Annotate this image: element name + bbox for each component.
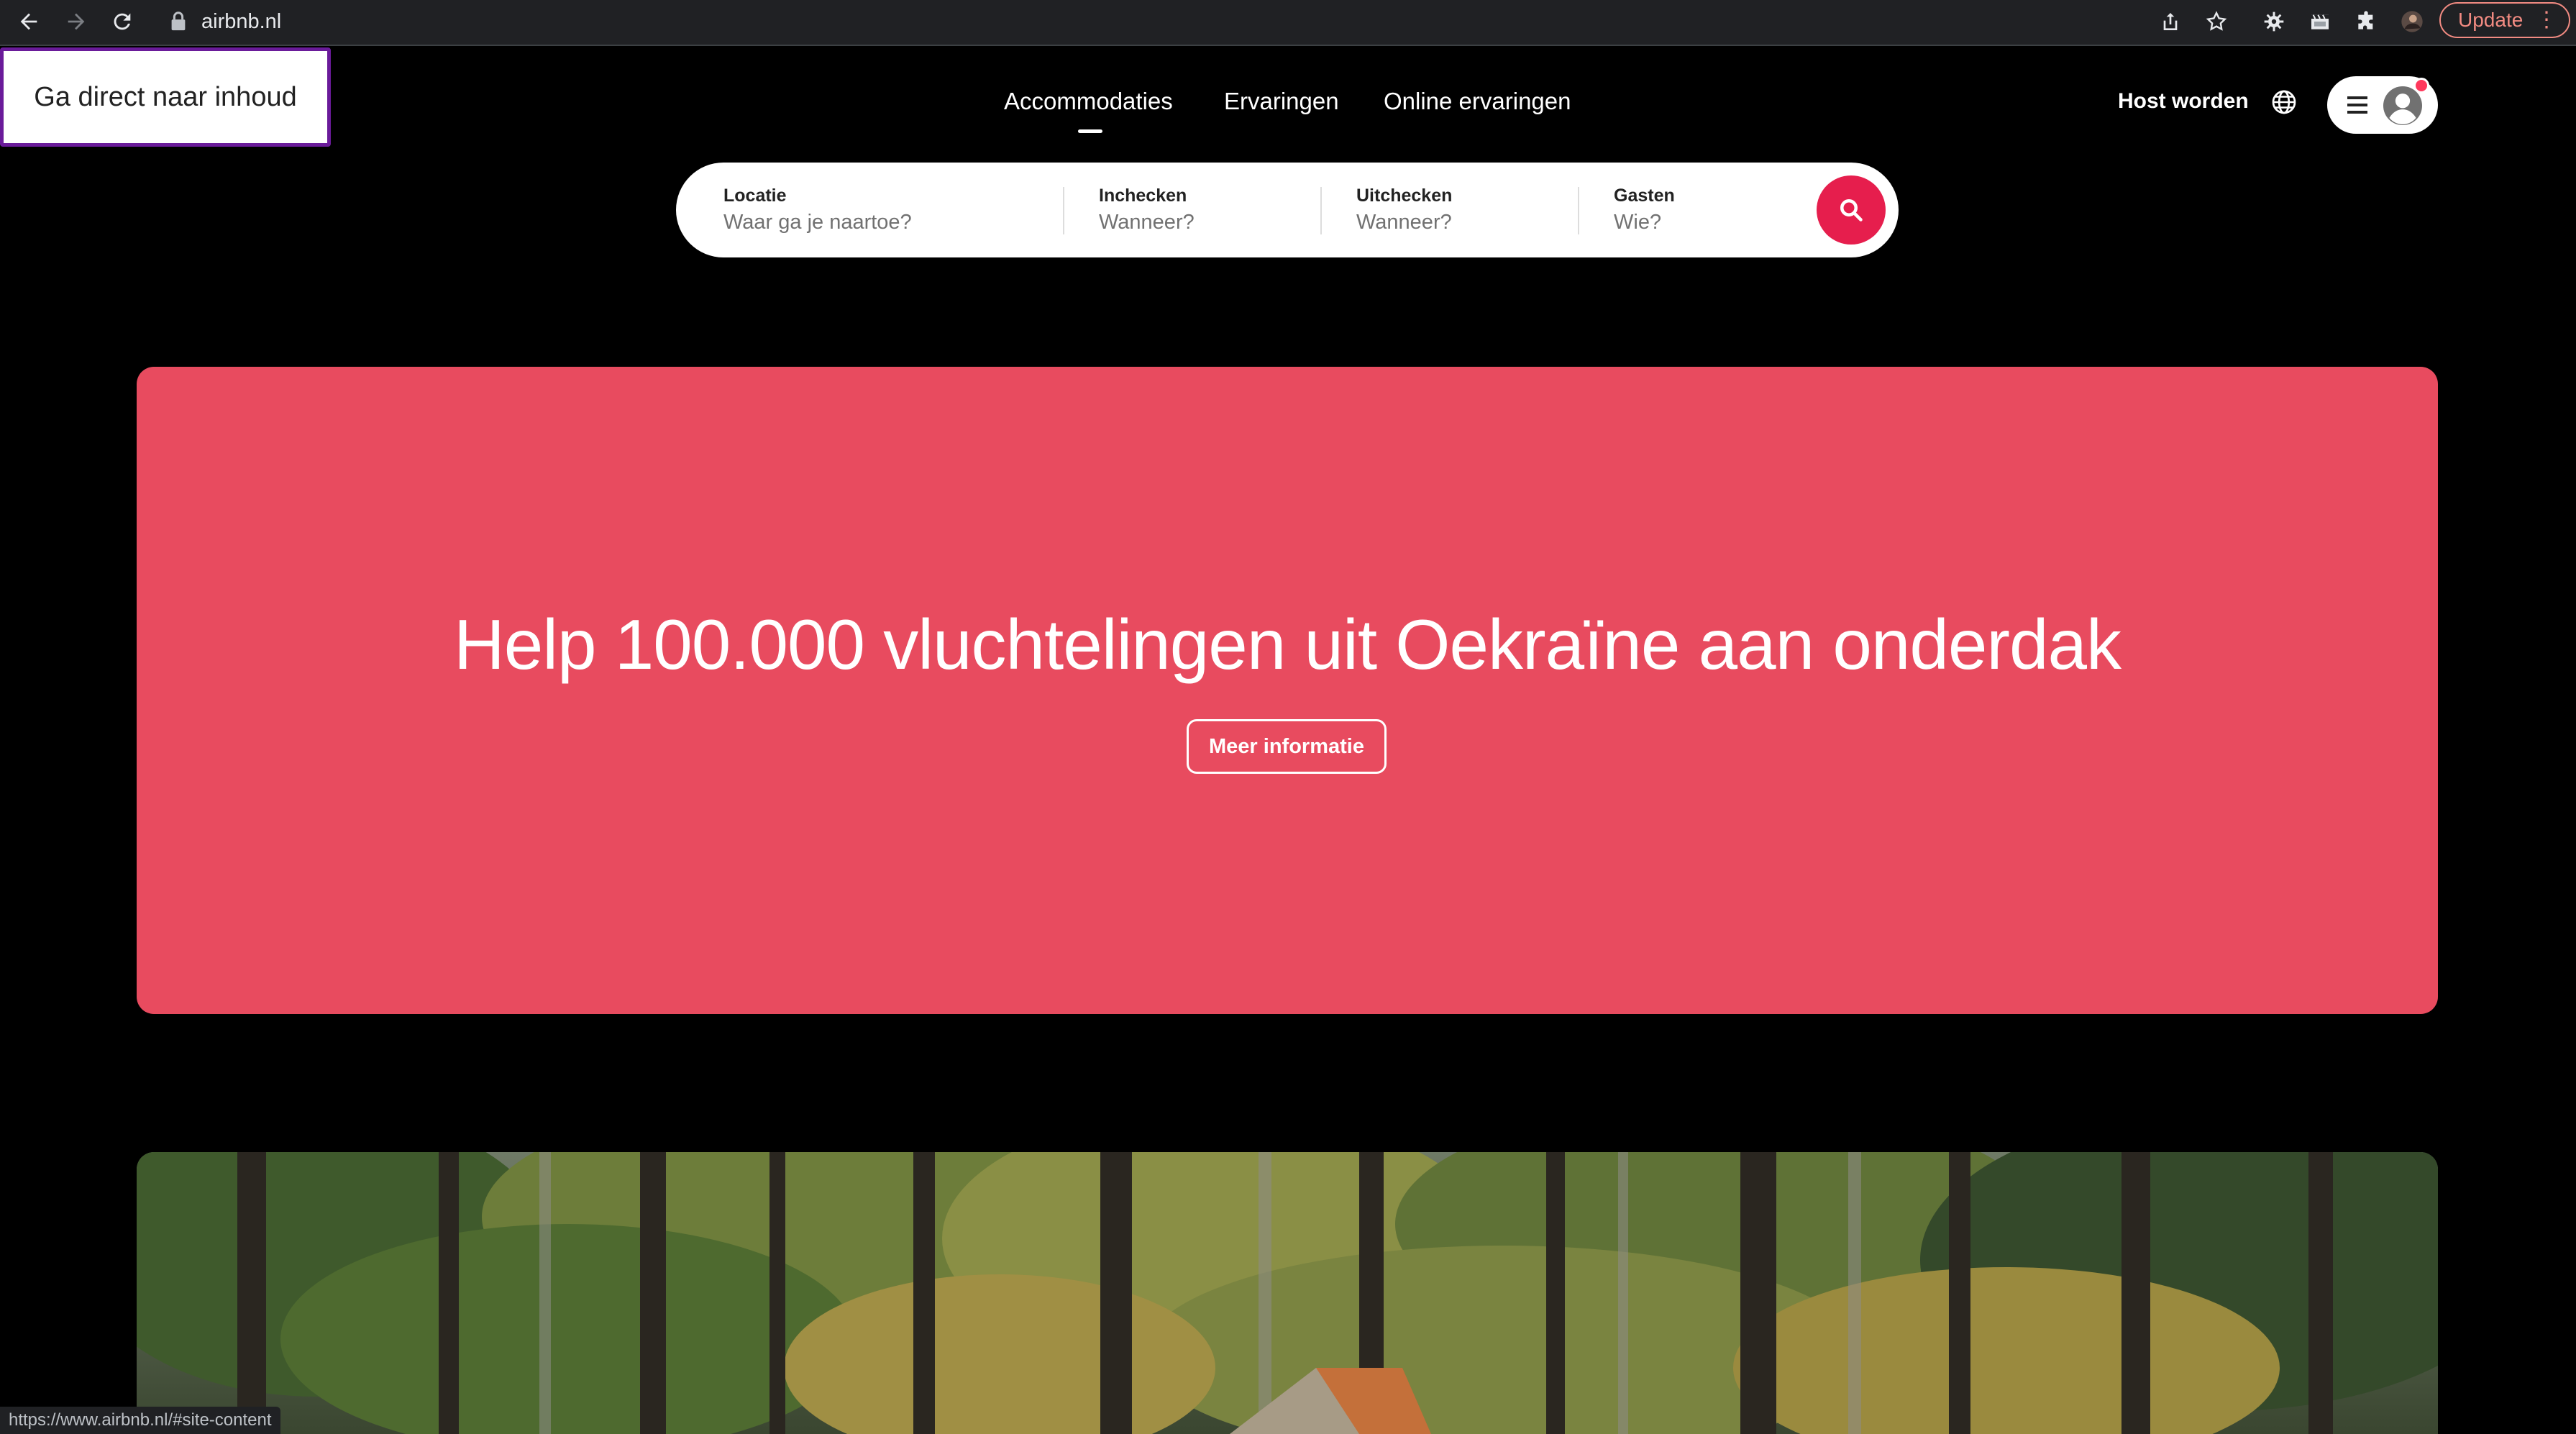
notification-dot xyxy=(2413,78,2429,93)
search-divider xyxy=(1578,187,1579,234)
profile-avatar-icon[interactable] xyxy=(2398,7,2426,36)
extension-clapper-icon[interactable] xyxy=(2306,7,2334,36)
reload-icon[interactable] xyxy=(104,3,141,40)
browser-toolbar: airbnb.nl Update ⋮ xyxy=(0,0,2576,46)
guests-label: Gasten xyxy=(1614,186,1675,206)
url-text[interactable]: airbnb.nl xyxy=(201,7,281,36)
more-info-button[interactable]: Meer informatie xyxy=(1187,719,1387,774)
globe-icon[interactable] xyxy=(2271,89,2297,115)
tab-accommodaties[interactable]: Accommodaties xyxy=(1004,88,1173,115)
checkout-field[interactable]: Uitchecken Wanneer? xyxy=(1356,186,1452,234)
back-arrow-icon[interactable] xyxy=(10,3,47,40)
guests-field[interactable]: Gasten Wie? xyxy=(1614,186,1675,234)
active-tab-indicator xyxy=(1078,129,1102,133)
tab-ervaringen[interactable]: Ervaringen xyxy=(1224,88,1339,115)
search-icon xyxy=(1840,199,1863,222)
hamburger-menu-icon xyxy=(2347,96,2367,114)
location-placeholder: Waar ga je naartoe? xyxy=(723,211,912,234)
search-divider xyxy=(1063,187,1064,234)
update-label: Update xyxy=(2458,9,2524,31)
bookmark-star-icon[interactable] xyxy=(2202,7,2231,36)
location-field[interactable]: Locatie Waar ga je naartoe? xyxy=(723,186,912,234)
ukraine-refugee-banner: Help 100.000 vluchtelingen uit Oekraïne … xyxy=(137,367,2438,1014)
checkout-label: Uitchecken xyxy=(1356,186,1453,206)
update-button[interactable]: Update ⋮ xyxy=(2439,2,2570,38)
extensions-puzzle-icon[interactable] xyxy=(2352,7,2380,36)
extension-gear-icon[interactable] xyxy=(2260,7,2288,36)
user-menu-button[interactable] xyxy=(2327,76,2438,134)
checkin-label: Inchecken xyxy=(1099,186,1187,206)
search-button[interactable] xyxy=(1817,175,1886,245)
location-label: Locatie xyxy=(723,186,787,206)
checkin-placeholder: Wanneer? xyxy=(1099,211,1195,234)
share-icon[interactable] xyxy=(2156,7,2185,36)
browser-menu-icon[interactable]: ⋮ xyxy=(2536,4,2557,37)
skip-to-content-link[interactable]: Ga direct naar inhoud xyxy=(0,47,331,147)
search-divider xyxy=(1320,187,1322,234)
guests-placeholder: Wie? xyxy=(1614,211,1662,234)
hero-image-forest-cabin xyxy=(137,1152,2438,1434)
checkin-field[interactable]: Inchecken Wanneer? xyxy=(1099,186,1195,234)
forward-arrow-icon[interactable] xyxy=(58,3,95,40)
tab-online-ervaringen[interactable]: Online ervaringen xyxy=(1384,88,1571,115)
link-status-bar: https://www.airbnb.nl/#site-content xyxy=(0,1407,280,1434)
host-worden-link[interactable]: Host worden xyxy=(2118,89,2249,114)
banner-title: Help 100.000 vluchtelingen uit Oekraïne … xyxy=(454,605,2121,684)
search-bar[interactable]: Locatie Waar ga je naartoe? Inchecken Wa… xyxy=(676,163,1899,257)
lock-icon[interactable] xyxy=(170,10,187,32)
checkout-placeholder: Wanneer? xyxy=(1356,211,1452,234)
